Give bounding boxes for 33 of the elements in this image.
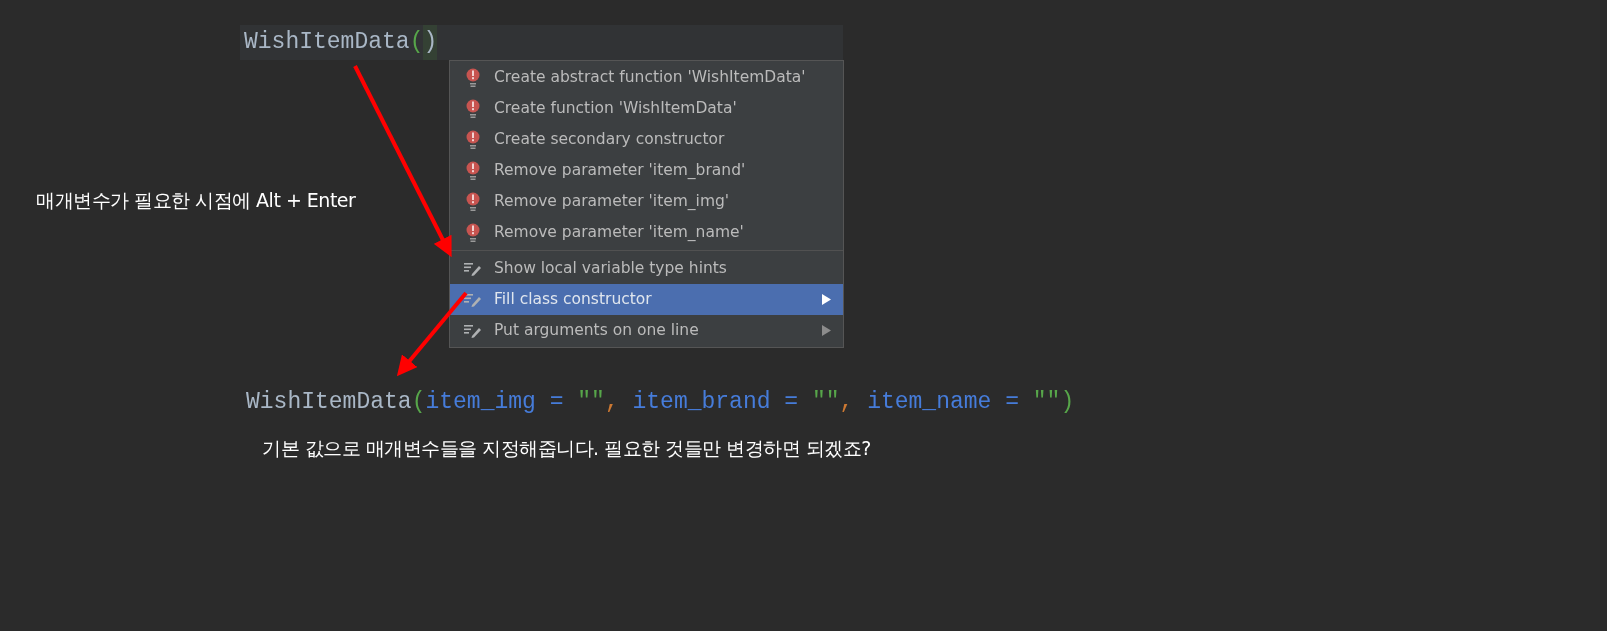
- menu-item[interactable]: Put arguments on one line: [450, 315, 843, 346]
- error-bulb-icon: [466, 98, 480, 119]
- error-bulb-icon: [466, 191, 480, 212]
- menu-item[interactable]: Create secondary constructor: [450, 124, 843, 155]
- code-token: item_brand =: [632, 388, 800, 417]
- error-bulb-icon: [466, 67, 480, 88]
- code-token: WishItemData: [244, 28, 410, 58]
- code-token: item_img =: [425, 388, 565, 417]
- menu-item[interactable]: Create function 'WishItemData': [450, 93, 843, 124]
- code-token: ): [423, 25, 438, 60]
- menu-item[interactable]: Fill class constructor: [450, 284, 843, 315]
- code-token: "": [811, 388, 840, 417]
- code-token: (: [409, 28, 424, 58]
- annotation-text: 기본 값으로 매개변수들을 지정해줍니다. 필요한 것들만 변경하면 되겠죠?: [262, 436, 871, 459]
- edit-lines-icon: [464, 291, 482, 308]
- menu-item[interactable]: Remove parameter 'item_brand': [450, 155, 843, 186]
- menu-item[interactable]: Remove parameter 'item_name': [450, 217, 843, 248]
- menu-item[interactable]: Remove parameter 'item_img': [450, 186, 843, 217]
- error-bulb-icon: [466, 160, 480, 181]
- code-token: "": [577, 388, 605, 417]
- code-token: item_name =: [867, 388, 1020, 417]
- menu-item[interactable]: Show local variable type hints: [450, 253, 843, 284]
- edit-lines-icon: [464, 322, 482, 339]
- code-token: ,: [604, 388, 620, 417]
- code-token: ""): [1032, 388, 1075, 417]
- error-bulb-icon: [466, 222, 480, 243]
- edit-lines-icon: [464, 260, 482, 277]
- menu-item[interactable]: Create abstract function 'WishItemData': [450, 62, 843, 93]
- code-token: (: [411, 388, 426, 417]
- error-bulb-icon: [466, 129, 480, 150]
- annotation-text: 매개변수가 필요한 시점에 Alt + Enter: [36, 189, 356, 211]
- code-token: ,: [839, 388, 855, 417]
- code-token: WishItemData: [246, 388, 412, 417]
